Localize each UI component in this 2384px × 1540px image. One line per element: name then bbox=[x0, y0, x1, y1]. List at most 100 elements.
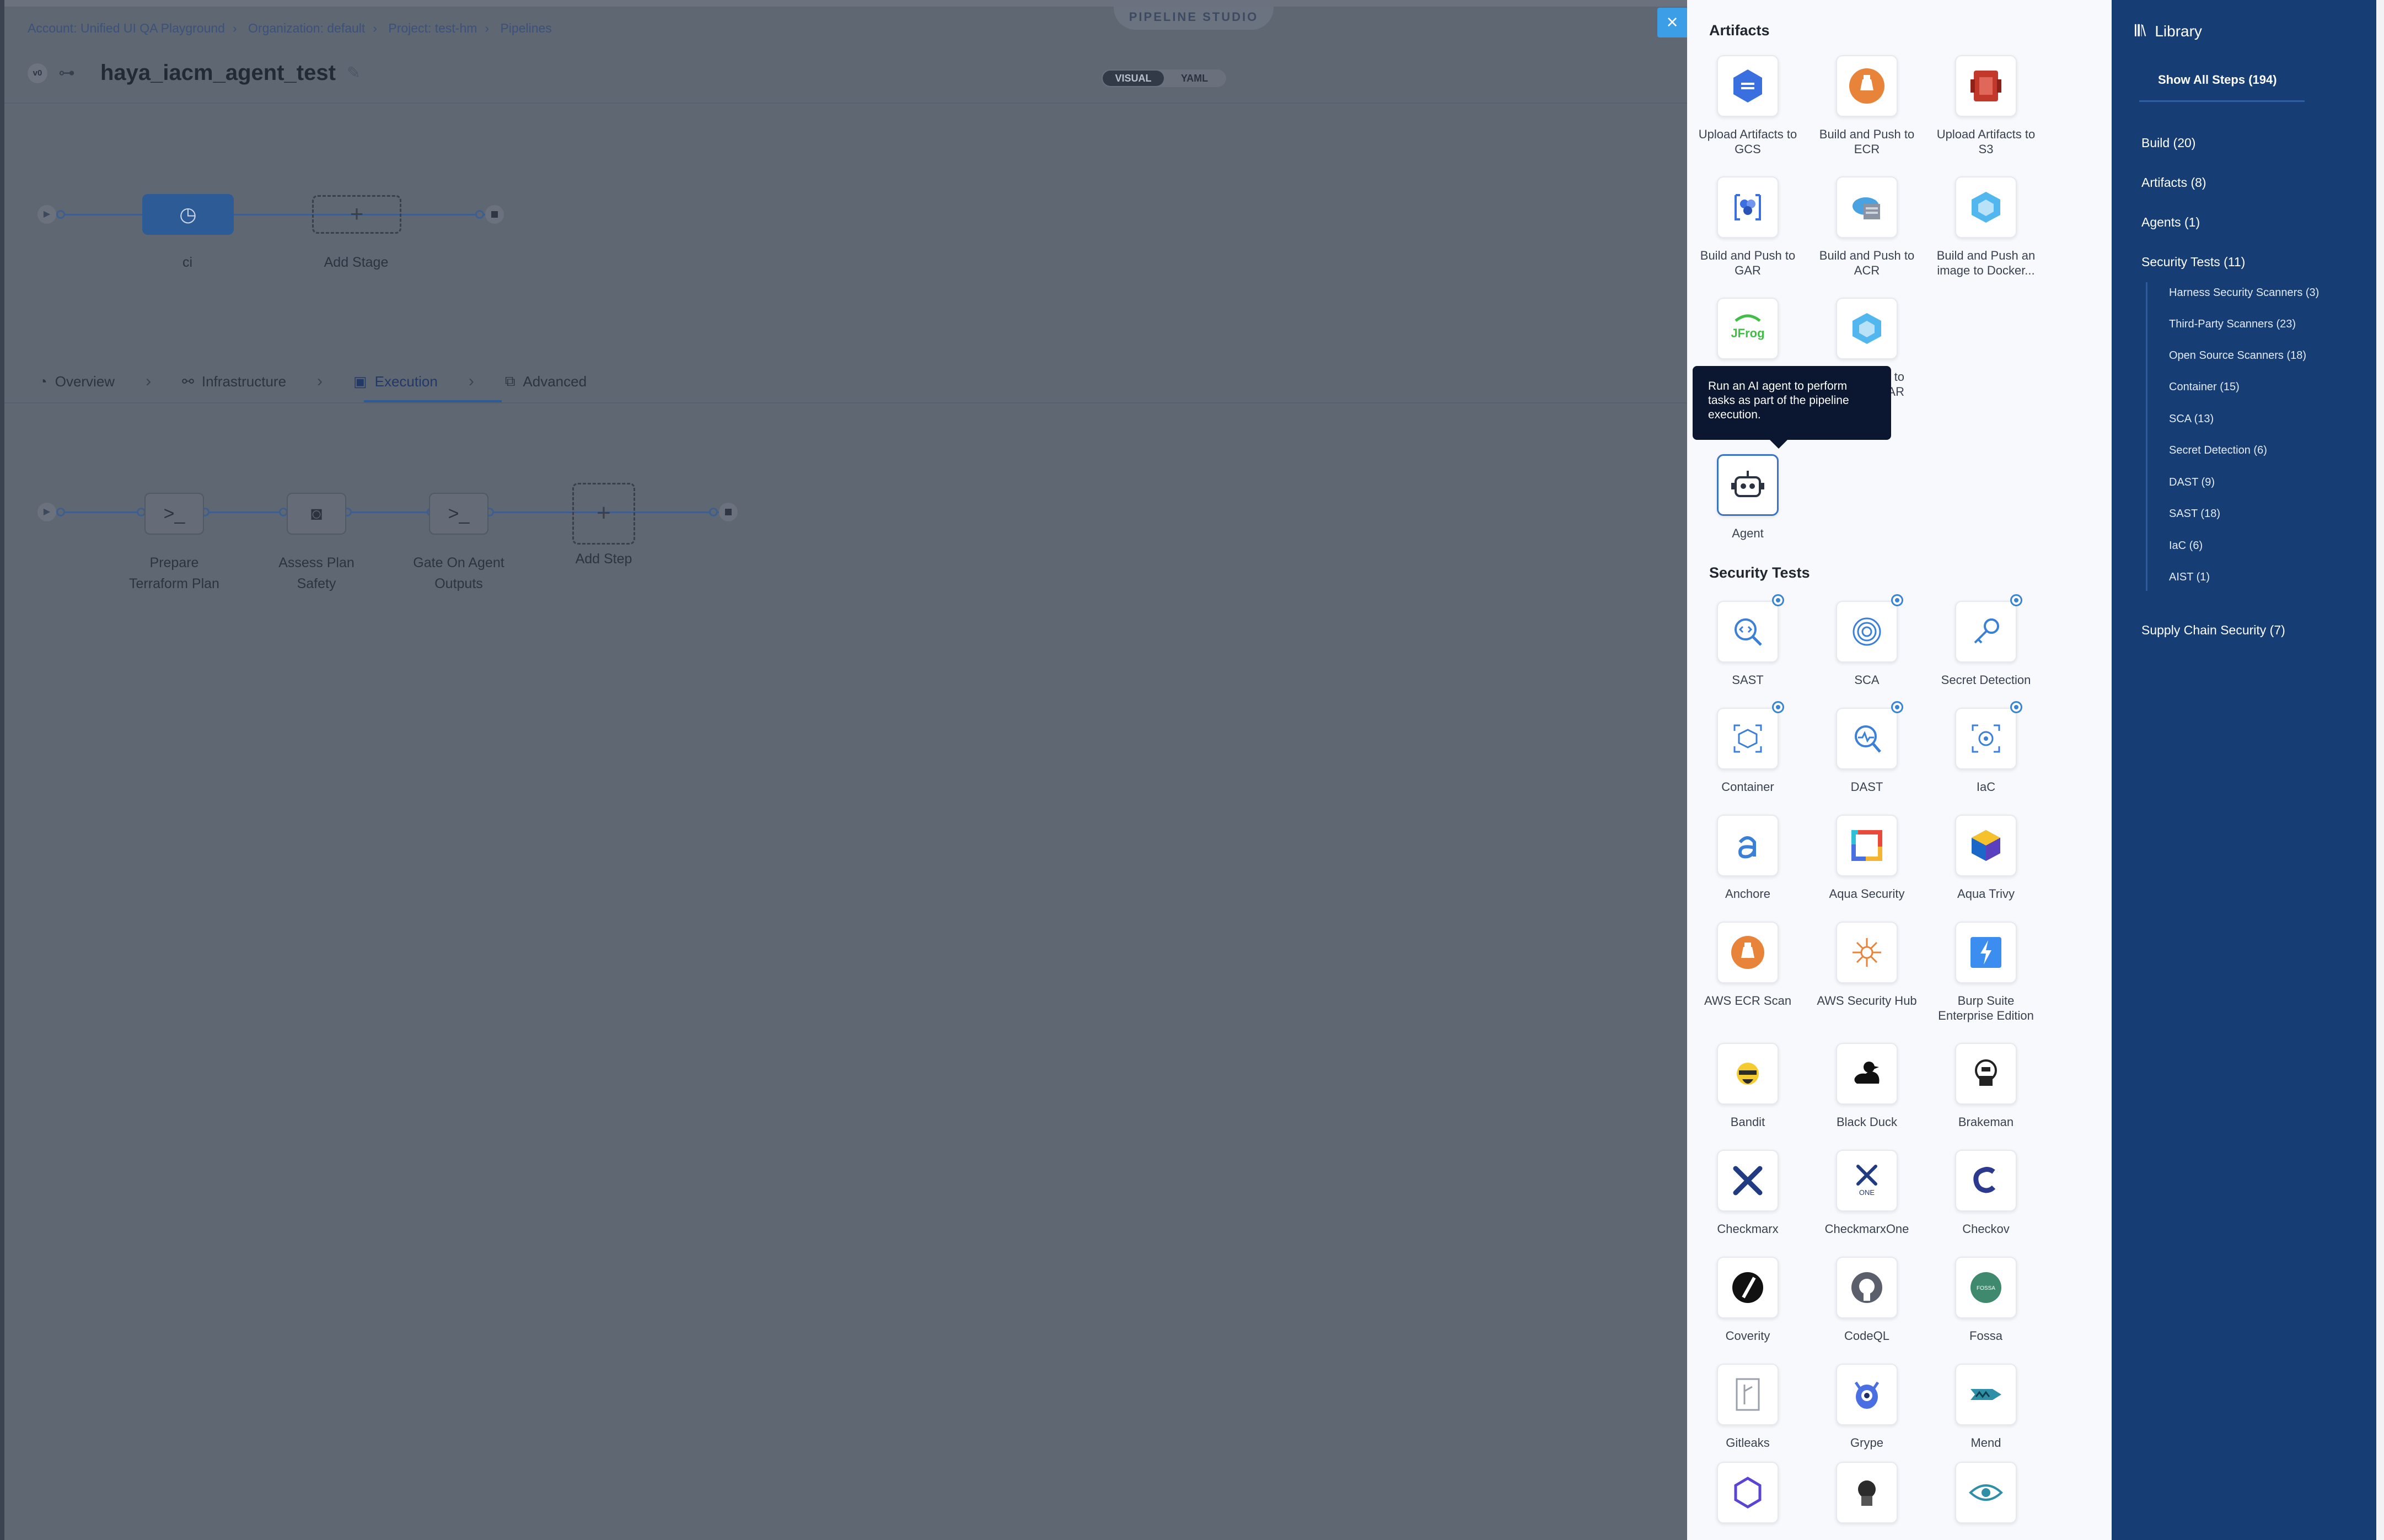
step-checkmarxone[interactable]: ONE CheckmarxOne bbox=[1807, 1150, 1926, 1236]
sast-magnifier-icon bbox=[1717, 594, 1784, 663]
step-upload-artifacts-gcs[interactable]: Upload Artifacts to GCS bbox=[1688, 55, 1807, 157]
step-mend[interactable]: Mend bbox=[1926, 1364, 2045, 1450]
step-build-push-ecr[interactable]: Build and Push to ECR bbox=[1807, 55, 1926, 157]
step-burp-suite[interactable]: Burp Suite Enterprise Edition bbox=[1926, 922, 2045, 1023]
terminal-icon: >_ bbox=[163, 503, 185, 524]
stage-ci[interactable]: ◷ bbox=[142, 194, 234, 235]
view-mode-toggle: VISUAL YAML bbox=[1102, 69, 1226, 87]
pipeline-header: v0 ⊶ haya_iacm_agent_test ✎ bbox=[28, 61, 361, 85]
show-all-steps-link[interactable]: Show All Steps (194) bbox=[2158, 73, 2277, 87]
step-upload-artifacts-s3[interactable]: Upload Artifacts to S3 bbox=[1926, 55, 2045, 157]
step-eye-scanner[interactable] bbox=[1926, 1462, 2045, 1523]
step-gitleaks[interactable]: Gitleaks bbox=[1688, 1364, 1807, 1450]
step-coverity[interactable]: Coverity bbox=[1688, 1257, 1807, 1343]
step-container[interactable]: Container bbox=[1688, 701, 1807, 794]
tab-execution[interactable]: ▣ Execution bbox=[342, 367, 449, 396]
yaml-toggle[interactable]: YAML bbox=[1164, 71, 1225, 86]
step-sca[interactable]: SCA bbox=[1807, 594, 1926, 687]
add-stage-label: Add Stage bbox=[324, 255, 389, 270]
library-subitem-sca[interactable]: SCA (13) bbox=[2169, 413, 2214, 426]
library-subitem-secret-detection[interactable]: Secret Detection (6) bbox=[2169, 444, 2267, 457]
tab-advanced[interactable]: ⧉ Advanced bbox=[494, 367, 598, 396]
library-books-icon: 𝄃𝄃\ bbox=[2135, 22, 2146, 39]
tab-overview[interactable]: ◔ Overview bbox=[28, 367, 126, 396]
library-item-supply-chain-security[interactable]: Supply Chain Security (7) bbox=[2141, 623, 2285, 638]
tab-infrastructure[interactable]: ⚯ Infrastructure bbox=[171, 367, 297, 396]
step-label: Prepare Terraform Plan bbox=[129, 555, 219, 591]
pencil-icon[interactable]: ✎ bbox=[347, 63, 361, 83]
library-subitem-container[interactable]: Container (15) bbox=[2169, 381, 2240, 394]
divider bbox=[4, 402, 1687, 403]
close-palette-button[interactable]: × bbox=[1657, 8, 1687, 37]
step-checkov[interactable]: Checkov bbox=[1926, 1150, 2045, 1236]
fingerprint-icon bbox=[1836, 594, 1903, 663]
breadcrumb-pipelines[interactable]: Pipelines bbox=[500, 21, 551, 35]
step-aqua-trivy[interactable]: Aqua Trivy bbox=[1926, 815, 2045, 901]
step-brakeman[interactable]: Brakeman bbox=[1926, 1043, 2045, 1129]
library-item-build[interactable]: Build (20) bbox=[2141, 136, 2195, 150]
step-jfrog[interactable]: JFrog bbox=[1688, 298, 1807, 359]
fossa-logo-text: FOSSA bbox=[1977, 1285, 1995, 1291]
step-assess-plan-safety[interactable]: ◙ bbox=[287, 493, 346, 535]
divider bbox=[2139, 100, 2305, 102]
connector-dot bbox=[709, 508, 718, 516]
visual-toggle[interactable]: VISUAL bbox=[1103, 71, 1164, 86]
library-subitem-dast[interactable]: DAST (9) bbox=[2169, 476, 2215, 489]
advanced-icon: ⧉ bbox=[504, 373, 516, 389]
robot-icon bbox=[1717, 454, 1779, 516]
burp-suite-icon bbox=[1955, 922, 2017, 983]
step-iac[interactable]: IaC bbox=[1926, 701, 2045, 794]
mascot-icon bbox=[1836, 1462, 1898, 1523]
step-sast[interactable]: SAST bbox=[1688, 594, 1807, 687]
add-stage-button[interactable]: + bbox=[312, 195, 401, 234]
library-subitem-aist[interactable]: AIST (1) bbox=[2169, 571, 2210, 584]
anchore-icon bbox=[1717, 815, 1779, 876]
step-grype[interactable]: Grype bbox=[1807, 1364, 1926, 1450]
step-gate-on-agent-outputs[interactable]: >_ bbox=[429, 493, 488, 535]
step-anchore[interactable]: Anchore bbox=[1688, 815, 1807, 901]
jfrog-icon: JFrog bbox=[1717, 298, 1779, 359]
step-bandit[interactable]: Bandit bbox=[1688, 1043, 1807, 1129]
step-aws-security-hub[interactable]: AWS Security Hub bbox=[1807, 922, 1926, 1008]
library-item-agents[interactable]: Agents (1) bbox=[2141, 215, 2200, 230]
library-subitem-open-source-scanners[interactable]: Open Source Scanners (18) bbox=[2169, 349, 2306, 362]
step-agent[interactable]: Agent bbox=[1688, 454, 1807, 541]
library-item-security-tests[interactable]: Security Tests (11) bbox=[2141, 255, 2245, 270]
step-dast[interactable]: DAST bbox=[1807, 701, 1926, 794]
library-subitem-third-party-scanners[interactable]: Third-Party Scanners (23) bbox=[2169, 318, 2296, 331]
breadcrumb-organization[interactable]: Organization: default bbox=[248, 21, 365, 35]
library-subitem-sast[interactable]: SAST (18) bbox=[2169, 508, 2220, 520]
stage-connector bbox=[55, 214, 491, 216]
overview-icon: ◔ bbox=[39, 373, 47, 390]
iac-gear-icon bbox=[1955, 701, 2022, 769]
step-build-push-acr[interactable]: Build and Push to ACR bbox=[1807, 176, 1926, 278]
robot-icon: ◙ bbox=[310, 503, 323, 524]
docker-cube-icon bbox=[1955, 176, 2017, 238]
checkmarx-icon bbox=[1717, 1150, 1779, 1211]
step-fossa[interactable]: FOSSA Fossa bbox=[1926, 1257, 2045, 1343]
breadcrumb-project[interactable]: Project: test-hm bbox=[388, 21, 477, 35]
agent-label: Agent bbox=[1732, 526, 1764, 540]
step-aqua-security[interactable]: Aqua Security bbox=[1807, 815, 1926, 901]
add-step-button[interactable]: + bbox=[572, 483, 635, 545]
library-item-artifacts[interactable]: Artifacts (8) bbox=[2141, 175, 2206, 190]
infrastructure-icon: ⚯ bbox=[182, 373, 194, 390]
library-subitem-harness-scanners[interactable]: Harness Security Scanners (3) bbox=[2169, 287, 2319, 299]
left-nav-edge bbox=[0, 0, 4, 1540]
step-mascot-scanner[interactable] bbox=[1807, 1462, 1926, 1523]
security-tests-section-title: Security Tests bbox=[1709, 564, 1810, 581]
library-title: Library bbox=[2155, 22, 2202, 40]
step-build-push-gar[interactable]: Build and Push to GAR bbox=[1688, 176, 1807, 278]
breadcrumb-account[interactable]: Account: Unified UI QA Playground bbox=[28, 21, 225, 35]
library-subitem-iac[interactable]: IaC (6) bbox=[2169, 540, 2203, 552]
step-hexagon-scanner[interactable] bbox=[1688, 1462, 1807, 1523]
step-black-duck[interactable]: Black Duck bbox=[1807, 1043, 1926, 1129]
step-prepare-terraform-plan[interactable]: >_ bbox=[144, 493, 204, 535]
step-checkmarx[interactable]: Checkmarx bbox=[1688, 1150, 1807, 1236]
step-build-push-docker[interactable]: Build and Push an image to Docker... bbox=[1926, 176, 2045, 278]
step-codeql[interactable]: CodeQL bbox=[1807, 1257, 1926, 1343]
step-aws-ecr-scan[interactable]: AWS ECR Scan bbox=[1688, 922, 1807, 1008]
step-secret-detection[interactable]: Secret Detection bbox=[1926, 594, 2045, 687]
harness-badge-icon bbox=[1772, 701, 1784, 713]
checkmarxone-logo-text: ONE bbox=[1859, 1188, 1875, 1197]
